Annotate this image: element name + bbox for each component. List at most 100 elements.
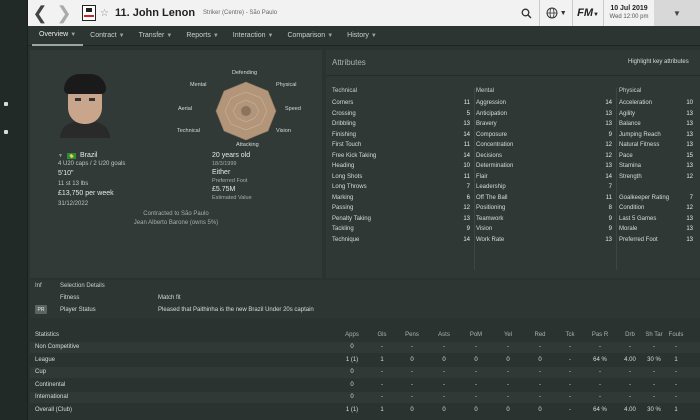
chevron-down-icon: ▼ (166, 32, 173, 39)
attribute-row[interactable]: Technique 14 (332, 235, 470, 246)
column-header[interactable]: Fouls (661, 332, 691, 338)
selection-details-title[interactable]: Selection Details (60, 283, 105, 289)
attribute-row[interactable]: Concentration 12 (476, 140, 612, 151)
column-header[interactable]: Pas R (585, 332, 615, 338)
continue-button[interactable]: ▼ (654, 0, 700, 26)
attribute-row[interactable]: First Touch 11 (332, 140, 470, 151)
attribute-row[interactable]: Last 5 Games 13 (619, 214, 693, 225)
attribute-value: 14 (605, 173, 612, 180)
tab-contract[interactable]: Contract ▼ (83, 26, 131, 46)
attribute-row[interactable]: Acceleration 10 (619, 98, 693, 109)
tab-label: Transfer (138, 32, 165, 39)
attribute-row[interactable]: Leadership 7 (476, 182, 612, 193)
attribute-row[interactable]: Long Shots 11 (332, 172, 470, 183)
column-header[interactable]: Gls (367, 332, 397, 338)
attribute-row[interactable] (619, 182, 693, 193)
globe-button[interactable]: ▼ (540, 0, 572, 26)
attribute-row[interactable]: Condition 12 (619, 203, 693, 214)
attribute-row[interactable]: Finishing 14 (332, 130, 470, 141)
column-header[interactable]: Red (525, 332, 555, 338)
attribute-row[interactable]: Long Throws 7 (332, 182, 470, 193)
attribute-row[interactable]: Morale 13 (619, 224, 693, 235)
attribute-row[interactable]: Heading 10 (332, 161, 470, 172)
table-row[interactable]: Continental 0- - - - - - - - - - - (30, 380, 700, 391)
attribute-row[interactable]: Agility 13 (619, 109, 693, 120)
attribute-row[interactable]: Composure 9 (476, 130, 612, 141)
attributes-header: Attributes Highlight key attributes (326, 50, 700, 76)
tab-transfer[interactable]: Transfer ▼ (132, 26, 180, 46)
attribute-row[interactable]: Passing 12 (332, 203, 470, 214)
column-header[interactable]: Statistics (35, 332, 59, 338)
attribute-row[interactable]: Determination 13 (476, 161, 612, 172)
fm-logo-icon[interactable]: FM▼ (573, 7, 603, 19)
column-header[interactable]: Yel (493, 332, 523, 338)
table-row[interactable]: Cup 0- - - - - - - - - - - (30, 367, 700, 378)
attribute-row[interactable]: Flair 14 (476, 172, 612, 183)
attribute-row[interactable]: Strength 12 (619, 172, 693, 183)
back-button[interactable]: ❮ (28, 0, 52, 26)
chevron-down-icon: ▼ (58, 152, 63, 159)
column-header[interactable]: Tck (555, 332, 585, 338)
attribute-row[interactable]: Teamwork 9 (476, 214, 612, 225)
attribute-value: 12 (686, 205, 693, 212)
attribute-name: Teamwork (476, 215, 504, 222)
attribute-value: 7 (608, 184, 612, 191)
column-header[interactable]: Apps (337, 332, 367, 338)
table-row[interactable]: International 0- - - - - - - - - - - (30, 392, 700, 403)
attribute-row[interactable]: Jumping Reach 13 (619, 130, 693, 141)
attribute-value: 5 (466, 110, 470, 117)
attribute-row[interactable]: Pace 15 (619, 151, 693, 162)
attribute-row[interactable]: Free Kick Taking 14 (332, 151, 470, 162)
contracted-to[interactable]: Contracted to São Paulo (30, 210, 322, 219)
attribute-row[interactable]: Positioning 8 (476, 203, 612, 214)
nationality[interactable]: ▼ Brazil (58, 152, 178, 159)
attribute-row[interactable]: Decisions 12 (476, 151, 612, 162)
table-cell: - (599, 394, 601, 400)
player-portrait (60, 74, 110, 138)
attribute-row[interactable]: Penalty Taking 13 (332, 214, 470, 225)
row-label: International (35, 394, 69, 400)
attribute-row[interactable]: Anticipation 13 (476, 109, 612, 120)
sidebar-marker[interactable] (4, 102, 8, 106)
tab-overview[interactable]: Overview ▼ (32, 26, 84, 46)
attribute-row[interactable]: Crossing 5 (332, 109, 470, 120)
column-header[interactable]: Asts (429, 332, 459, 338)
column-header[interactable]: PoM (461, 332, 491, 338)
table-row[interactable]: Non Competitive 0- - - - - - - - - - - (30, 342, 700, 353)
attribute-row[interactable]: Aggression 14 (476, 98, 612, 109)
attribute-row[interactable]: Balance 13 (619, 119, 693, 130)
column-header[interactable]: Pens (397, 332, 427, 338)
attribute-row[interactable]: Bravery 13 (476, 119, 612, 130)
tab-comparison[interactable]: Comparison ▼ (280, 26, 340, 46)
attribute-row[interactable]: Tackling 9 (332, 224, 470, 235)
sidebar-marker[interactable] (4, 130, 8, 134)
forward-button[interactable]: ❯ (52, 0, 76, 26)
tab-history[interactable]: History ▼ (340, 26, 384, 46)
attribute-value: 14 (463, 131, 470, 138)
attribute-row[interactable]: Natural Fitness 13 (619, 140, 693, 151)
attribute-row[interactable]: Marking 6 (332, 193, 470, 204)
tab-interaction[interactable]: Interaction ▼ (226, 26, 281, 46)
agent[interactable]: Jean Alberto Barone (owns 5%) (30, 219, 322, 228)
attribute-row[interactable]: Corners 11 (332, 98, 470, 109)
search-button[interactable] (513, 0, 539, 26)
attribute-value: 13 (686, 110, 693, 117)
info-tab[interactable]: Inf (35, 283, 42, 289)
date-of-birth: 18/3/1999 (212, 161, 237, 167)
attribute-row[interactable]: Off The Ball 11 (476, 193, 612, 204)
attribute-row[interactable]: Goalkeeper Rating 7 (619, 193, 693, 204)
table-row[interactable]: Overall (Club) 1 (1) 1 0 0 0 0 0-64 % 4.00 30 % 1 (30, 405, 700, 416)
date-line: 10 Jul 2019 (610, 5, 648, 12)
attribute-value: 13 (686, 215, 693, 222)
attribute-row[interactable]: Work Rate 13 (476, 235, 612, 246)
star-icon[interactable]: ☆ (100, 8, 109, 19)
attribute-row[interactable]: Stamina 13 (619, 161, 693, 172)
attribute-value: 10 (686, 100, 693, 107)
attribute-row[interactable]: Preferred Foot 13 (619, 235, 693, 246)
highlight-key-attributes-dropdown[interactable]: Highlight key attributes (628, 59, 689, 65)
attribute-row[interactable]: Vision 9 (476, 224, 612, 235)
attribute-row[interactable]: Dribbling 13 (332, 119, 470, 130)
table-cell: - (443, 344, 445, 350)
tab-reports[interactable]: Reports ▼ (179, 26, 225, 46)
table-row[interactable]: League 1 (1) 1 0 0 0 0 0-64 % 4.00 30 % 1 (30, 355, 700, 366)
